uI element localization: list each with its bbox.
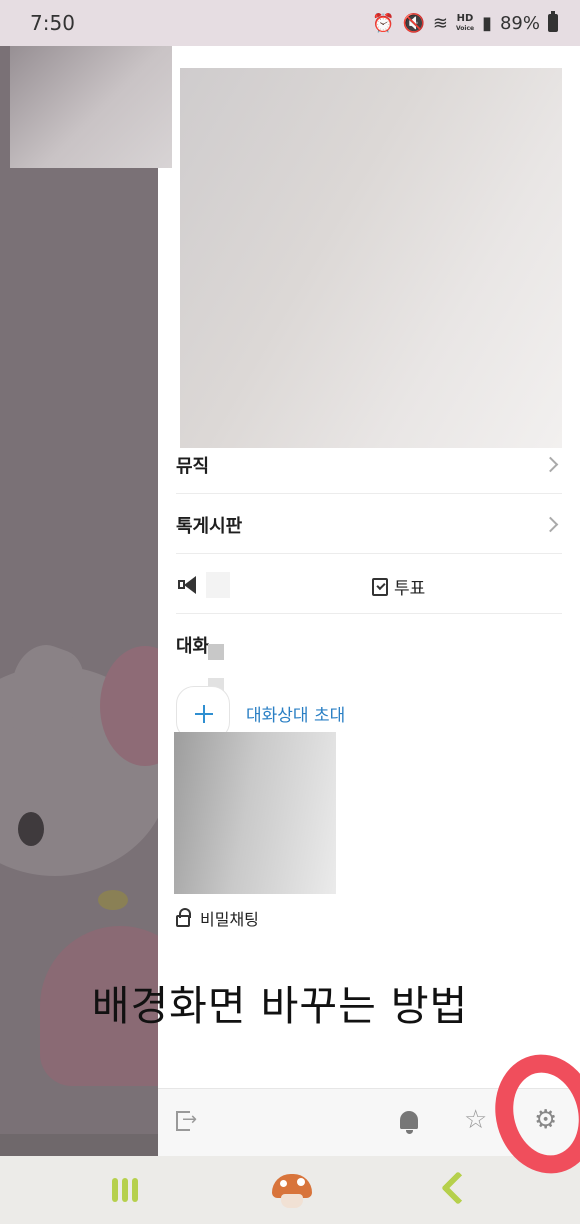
- battery-percent: 89%: [499, 12, 540, 34]
- members-heading: 대화: [176, 636, 210, 657]
- home-icon[interactable]: [272, 1170, 312, 1210]
- megaphone-icon[interactable]: [176, 575, 198, 594]
- tutorial-caption: 배경화면 바꾸는 방법: [91, 982, 469, 1030]
- menu-item-music[interactable]: 뮤직: [176, 436, 562, 494]
- vote-icon: [372, 577, 388, 596]
- hd-label: HD: [456, 12, 474, 24]
- menu-item-board[interactable]: 톡게시판: [176, 496, 562, 554]
- invite-label: 대화상대 초대: [246, 705, 346, 726]
- wifi-icon: ≋: [432, 12, 448, 34]
- blurred-member-list: [174, 732, 336, 894]
- hd-voice-icon: HD Voice: [455, 12, 475, 33]
- alarm-icon: ⏰: [372, 12, 395, 34]
- battery-icon: [548, 11, 558, 32]
- blurred-media-area: [180, 68, 562, 448]
- chevron-right-icon: [542, 516, 559, 533]
- masked-label: [206, 572, 230, 598]
- back-icon[interactable]: [441, 1171, 475, 1205]
- voice-label: Voice: [455, 24, 475, 32]
- lock-icon: [176, 908, 191, 927]
- mute-icon: 🔇: [402, 12, 425, 34]
- status-icons: ⏰ 🔇 ≋ HD Voice ▮ 89%: [372, 11, 558, 34]
- menu-item-label: 뮤직: [176, 455, 210, 477]
- chevron-right-icon: [542, 456, 559, 473]
- status-time: 7:50: [30, 11, 75, 35]
- vote-button[interactable]: 투표: [372, 574, 425, 599]
- bell-icon[interactable]: [398, 1109, 420, 1135]
- status-bar: 7:50 ⏰ 🔇 ≋ HD Voice ▮ 89%: [0, 0, 580, 46]
- system-nav-bar: [0, 1156, 580, 1224]
- action-row: 투표: [176, 556, 562, 614]
- signal-icon: ▮: [482, 12, 492, 34]
- pixel-mask: [208, 644, 224, 660]
- exit-icon[interactable]: [176, 1109, 198, 1133]
- menu-item-label: 톡게시판: [176, 515, 243, 537]
- wallpaper-eye: [18, 812, 44, 846]
- vote-label: 투표: [394, 579, 426, 599]
- secret-chat-button[interactable]: 비밀채팅: [176, 906, 259, 930]
- recent-apps-icon[interactable]: [112, 1178, 138, 1202]
- background-input-bar: [0, 1134, 158, 1156]
- star-icon[interactable]: ☆: [464, 1105, 487, 1135]
- secret-chat-label: 비밀채팅: [200, 910, 259, 929]
- wallpaper-nose: [98, 890, 128, 910]
